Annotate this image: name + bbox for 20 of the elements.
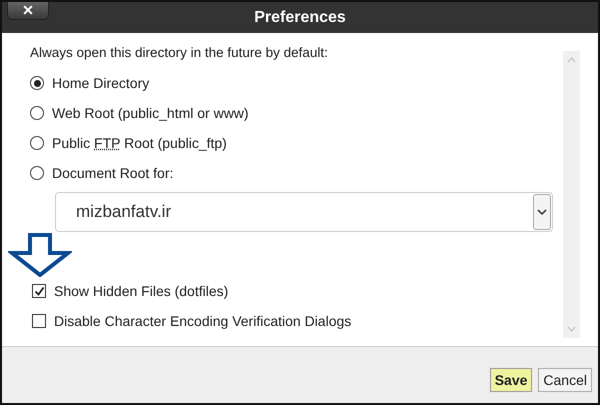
- caret-icon: [533, 194, 551, 230]
- save-button[interactable]: Save: [490, 368, 532, 392]
- radio-button[interactable]: [30, 76, 44, 90]
- checkbox-label: Show Hidden Files (dotfiles): [54, 283, 228, 299]
- window-title: Preferences: [254, 8, 346, 26]
- checkbox[interactable]: [32, 314, 46, 328]
- radio-label: Home Directory: [52, 75, 150, 91]
- radio-button[interactable]: [30, 106, 44, 120]
- domain-select[interactable]: mizbanfatv.ir: [55, 192, 553, 232]
- down-arrow-drawing: [8, 233, 72, 277]
- radio-label: Web Root (public_html or www): [52, 105, 249, 121]
- close-button[interactable]: ×: [7, 2, 49, 20]
- cancel-button[interactable]: Cancel: [538, 368, 592, 392]
- checkbox[interactable]: [32, 284, 46, 298]
- checkbox-label: Disable Character Encoding Verification Dialogs: [54, 313, 352, 329]
- radio-label: Public FTP Root (public_ftp): [52, 135, 227, 151]
- radio-button[interactable]: [30, 166, 44, 180]
- radio-button[interactable]: [30, 136, 44, 150]
- heading-text: Always open this directory in the future by default:: [30, 45, 329, 60]
- radio-label: Document Root for:: [52, 165, 174, 181]
